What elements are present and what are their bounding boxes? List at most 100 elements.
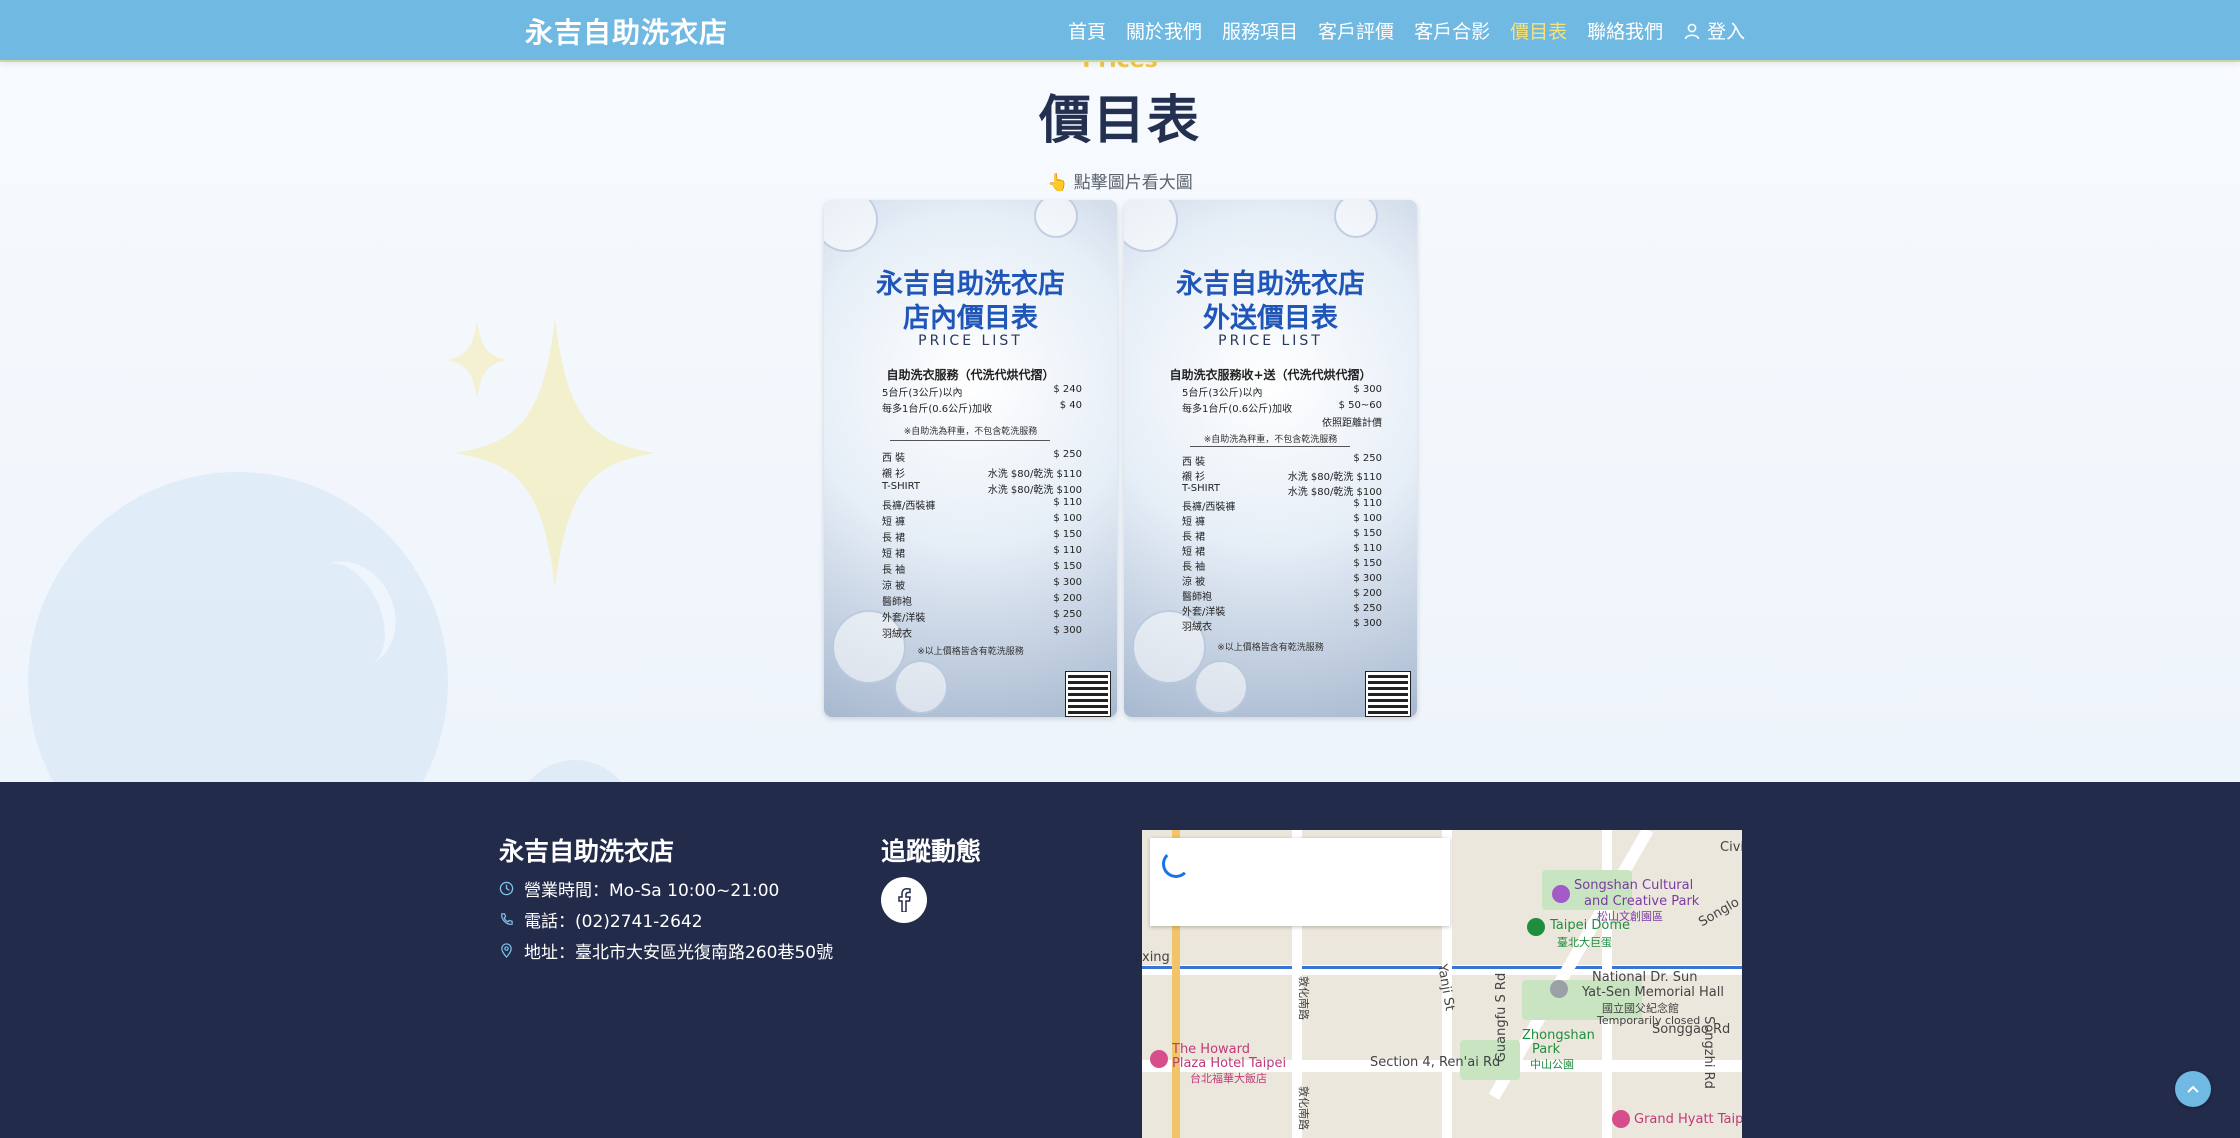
card-item-row: 外套/洋裝 $ 250 [882, 609, 1082, 624]
map-label: The Howard [1172, 1042, 1251, 1057]
row-price: $ 240 [1053, 384, 1082, 395]
card-item-row: 短 裙 $ 110 [1182, 543, 1382, 558]
chevron-up-icon [2187, 1085, 2199, 1093]
map-pin[interactable] [1552, 885, 1570, 903]
row-label: 5台斤(3公斤)以內 [1182, 388, 1263, 399]
card-note-top: ※自助洗為秤重，不包含乾洗服務 [1203, 435, 1338, 445]
item-label: 西 裝 [1182, 457, 1206, 468]
prices-section: Prices 價目表 👆 點擊圖片看大圖 永吉自助洗衣店 店內價目表 PRICE… [0, 60, 2240, 782]
nav-services[interactable]: 服務項目 [1222, 17, 1298, 44]
nav-prices[interactable]: 價目表 [1510, 17, 1567, 44]
site-brand[interactable]: 永吉自助洗衣店 [525, 11, 728, 51]
map-label: National Dr. Sun [1592, 970, 1698, 985]
map-label: and Creative Park [1584, 894, 1700, 909]
item-label: 醫師袍 [1182, 592, 1212, 603]
map-pin[interactable] [1612, 1110, 1630, 1128]
item-price: $ 150 [1053, 561, 1082, 572]
login-label: 登入 [1707, 21, 1746, 43]
google-map[interactable]: Songshan Cultural and Creative Park 松山文創… [1142, 830, 1742, 1138]
card-note-bottom: ※以上價格皆含有乾洗服務 [917, 647, 1024, 657]
qr-code [1065, 671, 1111, 717]
item-price: $ 250 [1053, 609, 1082, 620]
decor-bubble [1034, 200, 1078, 238]
map-pin[interactable] [1550, 980, 1568, 998]
item-label: 羽絨衣 [882, 629, 912, 640]
price-card-instore[interactable]: 永吉自助洗衣店 店內價目表 PRICE LIST 自助洗衣服務（代洗代烘代摺） … [824, 200, 1117, 717]
item-label: 長 裙 [1182, 532, 1206, 543]
footer-hours: 營業時間：Mo-Sa 10:00~21:00 [499, 876, 779, 901]
card-base-row: 5台斤(3公斤)以內 $ 300 [1182, 384, 1382, 399]
row-label: 每多1台斤(0.6公斤)加收 [882, 404, 993, 415]
item-label: 襯 衫 [882, 469, 906, 480]
phone-icon [501, 913, 513, 925]
card-item-row: 西 裝 $ 250 [882, 449, 1082, 464]
card-title-line2: 外送價目表 [1203, 303, 1338, 334]
item-price: 水洗 $80/乾洗 $100 [987, 485, 1082, 496]
loading-spinner-icon [1162, 850, 1190, 878]
card-item-row: 長褲/西裝褲 $ 110 [1182, 498, 1382, 513]
item-price: 水洗 $80/乾洗 $110 [1287, 472, 1382, 483]
site-footer: 永吉自助洗衣店 營業時間：Mo-Sa 10:00~21:00 電話：(02)27… [0, 782, 2240, 1138]
nav-home[interactable]: 首頁 [1068, 17, 1106, 44]
card-base-row: 5台斤(3公斤)以內 $ 240 [882, 384, 1082, 399]
item-label: 長 袖 [1182, 562, 1206, 573]
card-service: 自助洗衣服務（代洗代烘代摺） [886, 368, 1055, 382]
card-title-line2: 店內價目表 [903, 303, 1038, 334]
item-price: $ 110 [1053, 497, 1082, 508]
item-label: 短 褲 [1182, 517, 1206, 528]
item-label: 長 袖 [882, 565, 906, 576]
footer-brand: 永吉自助洗衣店 [499, 837, 675, 866]
nav-contact[interactable]: 聯絡我們 [1587, 17, 1663, 44]
item-label: 短 裙 [1182, 547, 1206, 558]
site-header: 永吉自助洗衣店 首頁 關於我們 服務項目 客戶評價 客戶合影 價目表 聯絡我們 … [0, 0, 2240, 62]
item-price: $ 300 [1053, 625, 1082, 636]
item-price: $ 150 [1353, 558, 1382, 569]
item-price: $ 200 [1053, 593, 1082, 604]
item-price: $ 110 [1353, 543, 1382, 554]
nav-photos[interactable]: 客戶合影 [1414, 17, 1490, 44]
nav-about[interactable]: 關於我們 [1126, 17, 1202, 44]
qr-code [1365, 671, 1411, 717]
map-label: 中山公園 [1530, 1058, 1574, 1071]
map-pin[interactable] [1527, 918, 1545, 936]
card-item-row: 羽絨衣 $ 300 [1182, 618, 1382, 633]
card-item-row: 醫師袍 $ 200 [1182, 588, 1382, 603]
card-item-row: T-SHIRT 水洗 $80/乾洗 $100 [882, 481, 1082, 496]
card-item-row: 長 裙 $ 150 [882, 529, 1082, 544]
item-price: $ 300 [1053, 577, 1082, 588]
map-label: Park [1532, 1042, 1561, 1057]
card-item-row: 襯 衫 水洗 $80/乾洗 $110 [1182, 468, 1382, 483]
facebook-button[interactable] [881, 877, 927, 923]
item-price: $ 150 [1053, 529, 1082, 540]
map-label: Songzhi Rd [1700, 1016, 1716, 1089]
item-label: 外套/洋裝 [1182, 607, 1226, 618]
user-icon [1684, 23, 1700, 39]
back-to-top-button[interactable] [2175, 1071, 2211, 1107]
map-label: Yat-Sen Memorial Hall [1582, 985, 1724, 1000]
item-price: $ 300 [1353, 618, 1382, 629]
item-price: $ 100 [1053, 513, 1082, 524]
decor-bubble [1194, 660, 1248, 714]
item-label: 西 裝 [882, 453, 906, 464]
item-label: 襯 衫 [1182, 472, 1206, 483]
map-pin[interactable] [1150, 1050, 1168, 1068]
map-label: Civi [1720, 840, 1742, 855]
card-divider [890, 440, 1050, 441]
card-item-row: 醫師袍 $ 200 [882, 593, 1082, 608]
item-label: 短 裙 [882, 549, 906, 560]
item-price: $ 250 [1353, 453, 1382, 464]
item-label: 短 褲 [882, 517, 906, 528]
card-item-row: 短 褲 $ 100 [882, 513, 1082, 528]
nav-reviews[interactable]: 客戶評價 [1318, 17, 1394, 44]
card-item-row: T-SHIRT 水洗 $80/乾洗 $100 [1182, 483, 1382, 498]
decor-bubble [1334, 200, 1378, 238]
decor-bubble [1124, 200, 1178, 252]
price-card-delivery[interactable]: 永吉自助洗衣店 外送價目表 PRICE LIST 自助洗衣服務收+送（代洗代烘代… [1124, 200, 1417, 717]
item-price: $ 250 [1353, 603, 1382, 614]
item-label: 涼 被 [882, 581, 906, 592]
row-label: 每多1台斤(0.6公斤)加收 [1182, 404, 1293, 415]
map-label: Songgao Rd [1652, 1022, 1731, 1037]
card-item-row: 長 袖 $ 150 [1182, 558, 1382, 573]
login-button[interactable]: 登入 [1683, 17, 1745, 44]
phone-text[interactable]: 電話：(02)2741-2642 [524, 907, 703, 932]
